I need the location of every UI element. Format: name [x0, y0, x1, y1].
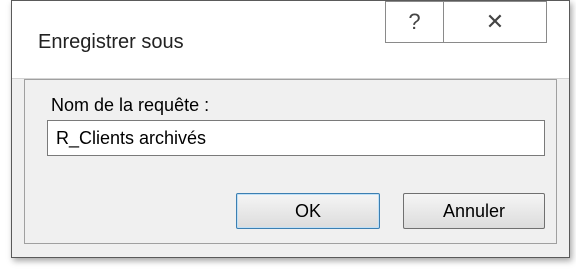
cancel-button[interactable]: Annuler	[403, 193, 545, 229]
close-button[interactable]: ✕	[443, 1, 547, 43]
help-button[interactable]: ?	[385, 1, 443, 43]
save-as-dialog: Enregistrer sous ? ✕ Nom de la requête :…	[11, 0, 570, 258]
query-name-label: Nom de la requête :	[51, 95, 210, 115]
title-bar-controls: ? ✕	[385, 1, 547, 43]
title-bar: Enregistrer sous ? ✕	[12, 1, 569, 79]
form-panel: Nom de la requête : OK Annuler	[24, 79, 557, 244]
close-icon: ✕	[485, 9, 505, 34]
query-name-input[interactable]	[47, 120, 545, 156]
dialog-title: Enregistrer sous	[38, 31, 184, 53]
ok-button[interactable]: OK	[236, 193, 380, 229]
help-icon: ?	[408, 9, 421, 34]
dialog-content: Nom de la requête : OK Annuler	[12, 79, 569, 257]
